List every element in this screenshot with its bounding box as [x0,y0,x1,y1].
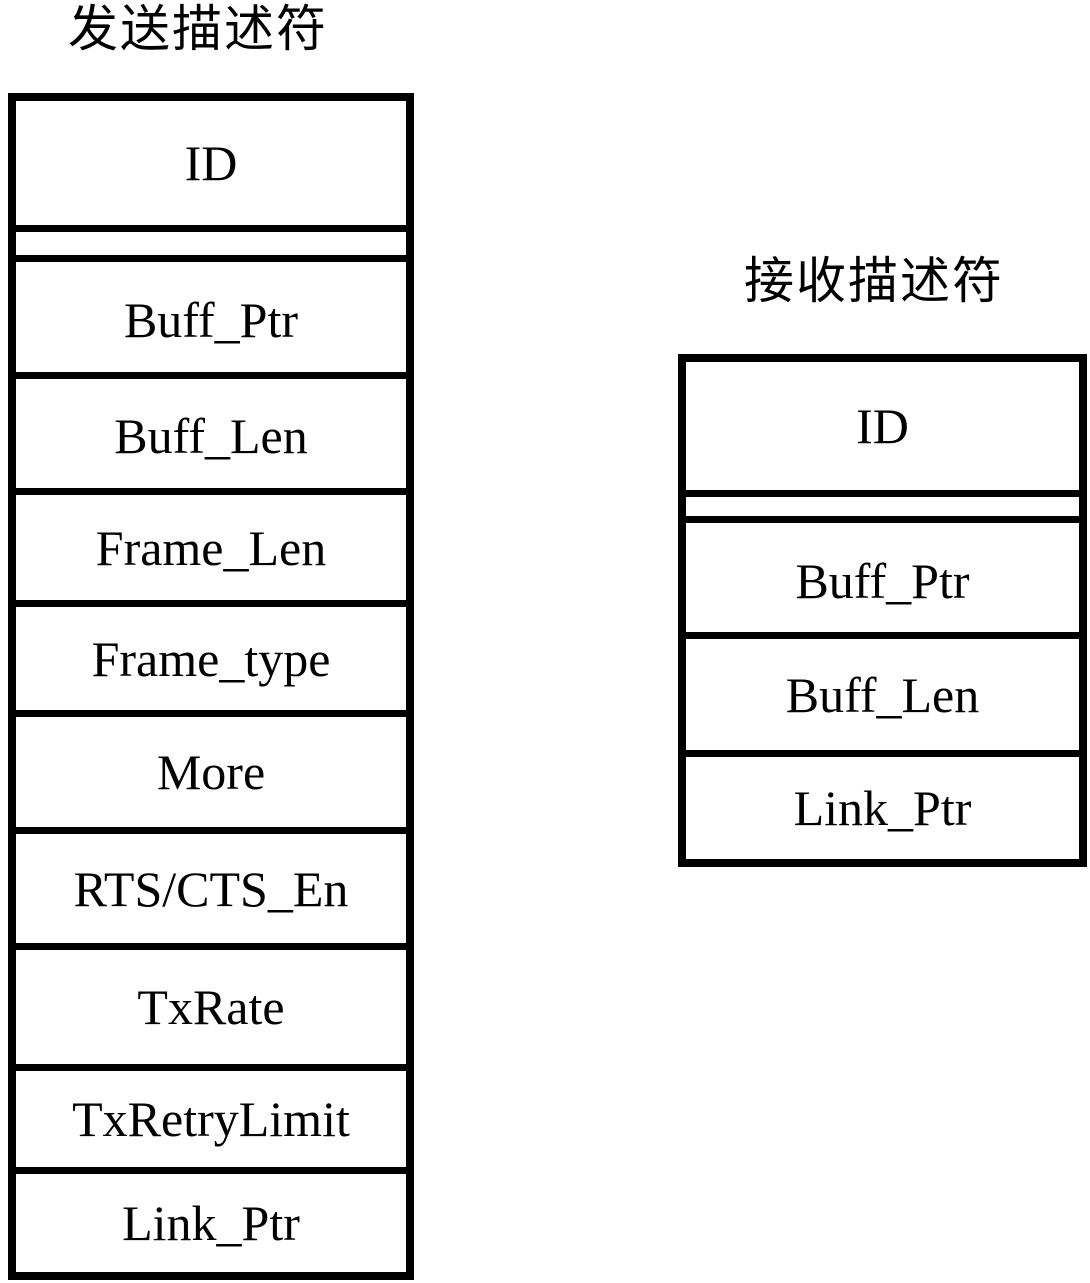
receive-descriptor-title: 接收描述符 [744,252,1004,310]
transmit-descriptor-box: ID Buff_Ptr Buff_Len Frame_Len Frame_typ… [8,93,414,1280]
tx-field-frame-len: Frame_Len [16,488,406,600]
tx-field-separator [16,225,406,255]
tx-field-buff-ptr: Buff_Ptr [16,255,406,372]
tx-field-rts-cts-en: RTS/CTS_En [16,827,406,943]
rx-field-link-ptr: Link_Ptr [686,750,1079,859]
rx-field-buff-ptr: Buff_Ptr [686,516,1079,632]
tx-field-link-ptr: Link_Ptr [16,1167,406,1272]
tx-field-buff-len: Buff_Len [16,372,406,488]
tx-field-more: More [16,710,406,827]
rx-field-buff-len: Buff_Len [686,632,1079,750]
receive-descriptor-box: ID Buff_Ptr Buff_Len Link_Ptr [678,354,1087,867]
rx-field-separator [686,490,1079,516]
rx-field-id: ID [856,398,909,454]
transmit-descriptor-title: 发送描述符 [68,0,328,58]
tx-field-id: ID [184,135,238,191]
tx-field-txrate: TxRate [16,943,406,1064]
tx-field-frame-type: Frame_type [16,600,406,710]
tx-field-txretrylimit: TxRetryLimit [16,1064,406,1167]
